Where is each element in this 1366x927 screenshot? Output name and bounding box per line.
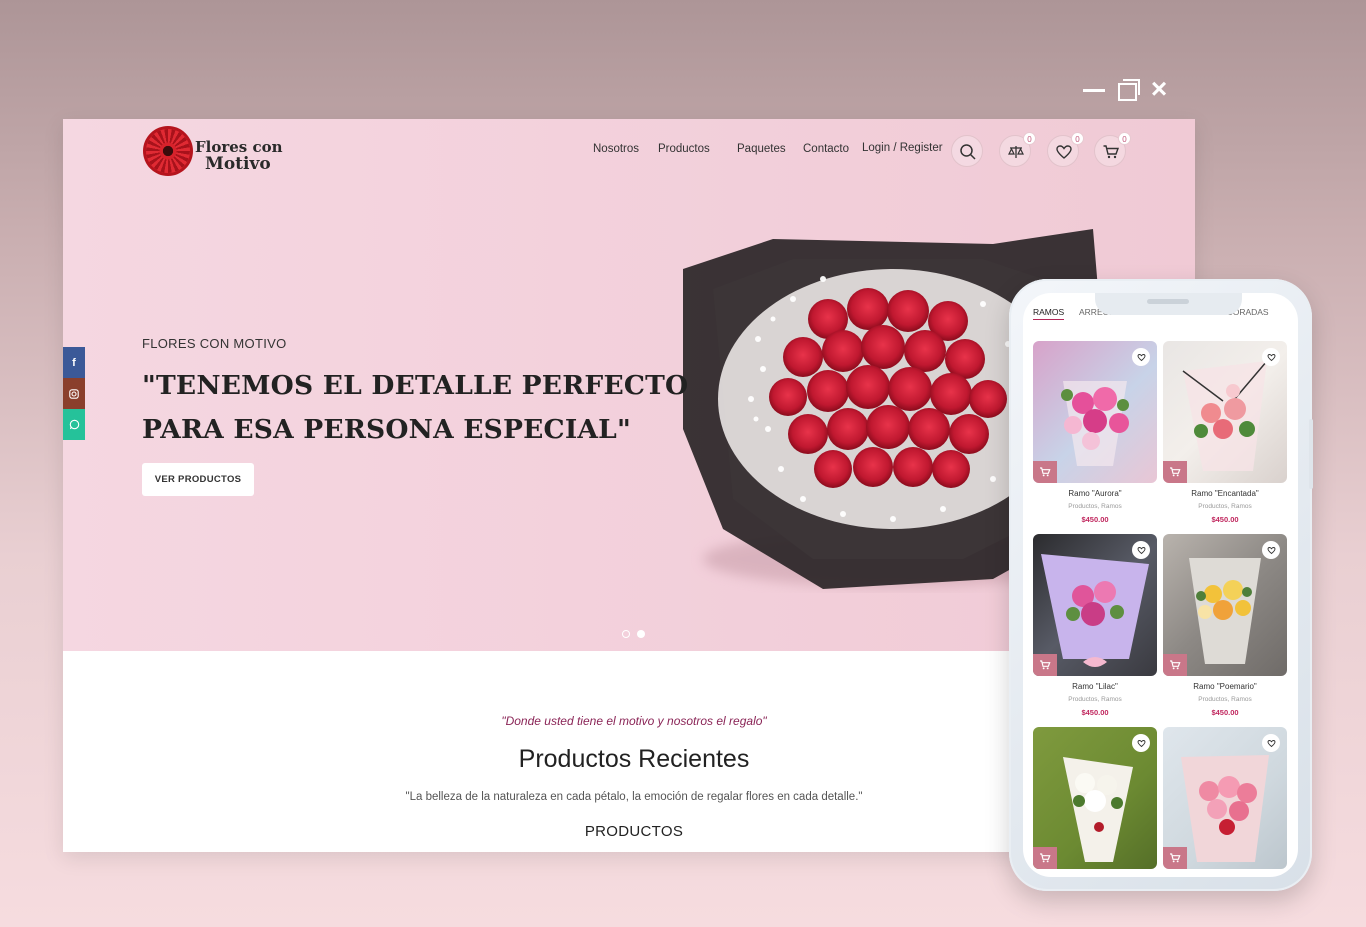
compare-icon	[1008, 146, 1024, 158]
minimize-icon[interactable]	[1083, 76, 1111, 104]
product-name[interactable]: Ramo "Poemario"	[1163, 682, 1287, 691]
product-image[interactable]	[1033, 534, 1157, 676]
nav-item-paquetes[interactable]: Paquetes	[737, 143, 786, 155]
wishlist-count-badge: 0	[1071, 132, 1084, 145]
heart-icon	[1267, 546, 1275, 554]
slider-dot-2[interactable]	[637, 630, 645, 638]
add-to-cart-button[interactable]	[1033, 654, 1057, 676]
instagram-icon[interactable]	[63, 378, 85, 409]
product-image[interactable]	[1033, 727, 1157, 869]
logo-text-line2: Motivo	[205, 154, 271, 174]
product-category[interactable]: Productos, Ramos	[1033, 503, 1157, 510]
product-name[interactable]: Ramo "Lilac"	[1033, 682, 1157, 691]
maximize-icon[interactable]	[1116, 76, 1144, 104]
product-category[interactable]: Productos, Ramos	[1033, 696, 1157, 703]
wishlist-heart-button[interactable]	[1262, 541, 1280, 559]
nav-item-nosotros[interactable]: Nosotros	[593, 143, 639, 155]
cart-icon	[1170, 853, 1181, 863]
product-image[interactable]	[1163, 727, 1287, 869]
phone-notch	[1095, 293, 1242, 315]
wishlist-heart-button[interactable]	[1132, 734, 1150, 752]
main-navigation: Flores con Motivo Nosotros Productos Paq…	[63, 119, 1195, 185]
add-to-cart-button[interactable]	[1163, 461, 1187, 483]
close-icon[interactable]: ×	[1148, 75, 1170, 104]
search-icon	[960, 144, 976, 160]
add-to-cart-button[interactable]	[1163, 847, 1187, 869]
wishlist-heart-button[interactable]	[1132, 541, 1150, 559]
tab-ramos[interactable]: RAMOS	[1033, 307, 1065, 320]
heart-icon	[1267, 739, 1275, 747]
hero-title: "TENEMOS EL DETALLE PERFECTO PARA ESA PE…	[142, 364, 702, 452]
product-card[interactable]	[1033, 727, 1157, 869]
logo[interactable]: Flores con Motivo	[143, 126, 293, 178]
search-button[interactable]	[951, 135, 983, 167]
social-bar: f	[63, 347, 85, 440]
heart-icon	[1267, 353, 1275, 361]
facebook-icon[interactable]: f	[63, 347, 85, 378]
cart-button[interactable]: 0	[1094, 132, 1131, 167]
cart-icon	[1170, 660, 1181, 670]
wishlist-heart-button[interactable]	[1262, 348, 1280, 366]
nav-item-login[interactable]: Login / Register	[862, 142, 943, 154]
wishlist-button[interactable]: 0	[1047, 132, 1084, 167]
product-price: $450.00	[1081, 515, 1109, 524]
heart-icon	[1137, 546, 1145, 554]
wishlist-heart-button[interactable]	[1262, 734, 1280, 752]
add-to-cart-button[interactable]	[1163, 654, 1187, 676]
view-products-button[interactable]: VER PRODUCTOS	[142, 463, 254, 496]
product-price: $450.00	[1081, 708, 1109, 717]
window-controls: ×	[1080, 75, 1170, 104]
cart-icon	[1040, 660, 1051, 670]
add-to-cart-button[interactable]	[1033, 461, 1057, 483]
hero-kicker: FLORES CON MOTIVO	[142, 336, 287, 351]
logo-flower-icon	[143, 126, 193, 176]
product-card[interactable]	[1163, 727, 1287, 869]
product-name[interactable]: Ramo "Aurora"	[1033, 489, 1157, 498]
cart-icon	[1103, 145, 1119, 159]
nav-item-productos[interactable]: Productos	[658, 143, 710, 155]
cart-icon	[1040, 853, 1051, 863]
cart-icon	[1170, 467, 1181, 477]
heart-icon	[1137, 353, 1145, 361]
product-card[interactable]: Ramo "Aurora" Productos, Ramos $450.00	[1033, 341, 1157, 524]
compare-button[interactable]: 0	[999, 132, 1036, 167]
nav-item-contacto[interactable]: Contacto	[803, 143, 849, 155]
product-price: $450.00	[1211, 708, 1239, 717]
product-card[interactable]: Ramo "Encantada" Productos, Ramos $450.0…	[1163, 341, 1287, 524]
phone-side-button	[1309, 419, 1313, 489]
product-card[interactable]: Ramo "Lilac" Productos, Ramos $450.00	[1033, 534, 1157, 717]
phone-screen: RAMOS ARREGLOS FLORALES CAJAS DECORADAS	[1023, 293, 1298, 877]
compare-count-badge: 0	[1023, 132, 1036, 145]
product-name[interactable]: Ramo "Encantada"	[1163, 489, 1287, 498]
product-image[interactable]	[1163, 534, 1287, 676]
product-category[interactable]: Productos, Ramos	[1163, 503, 1287, 510]
product-category[interactable]: Productos, Ramos	[1163, 696, 1287, 703]
heart-icon	[1056, 145, 1072, 159]
product-card[interactable]: Ramo "Poemario" Productos, Ramos $450.00	[1163, 534, 1287, 717]
product-image[interactable]	[1033, 341, 1157, 483]
whatsapp-icon[interactable]	[63, 409, 85, 440]
add-to-cart-button[interactable]	[1033, 847, 1057, 869]
heart-icon	[1137, 739, 1145, 747]
product-price: $450.00	[1211, 515, 1239, 524]
phone-mockup: RAMOS ARREGLOS FLORALES CAJAS DECORADAS	[1009, 279, 1313, 891]
product-image[interactable]	[1163, 341, 1287, 483]
slider-dot-1[interactable]	[622, 630, 630, 638]
hero-title-line2: PARA ESA PERSONA ESPECIAL"	[142, 414, 632, 445]
cart-count-badge: 0	[1118, 132, 1131, 145]
wishlist-heart-button[interactable]	[1132, 348, 1150, 366]
cart-icon	[1040, 467, 1051, 477]
hero-title-line1: "TENEMOS EL DETALLE PERFECTO	[142, 370, 689, 401]
